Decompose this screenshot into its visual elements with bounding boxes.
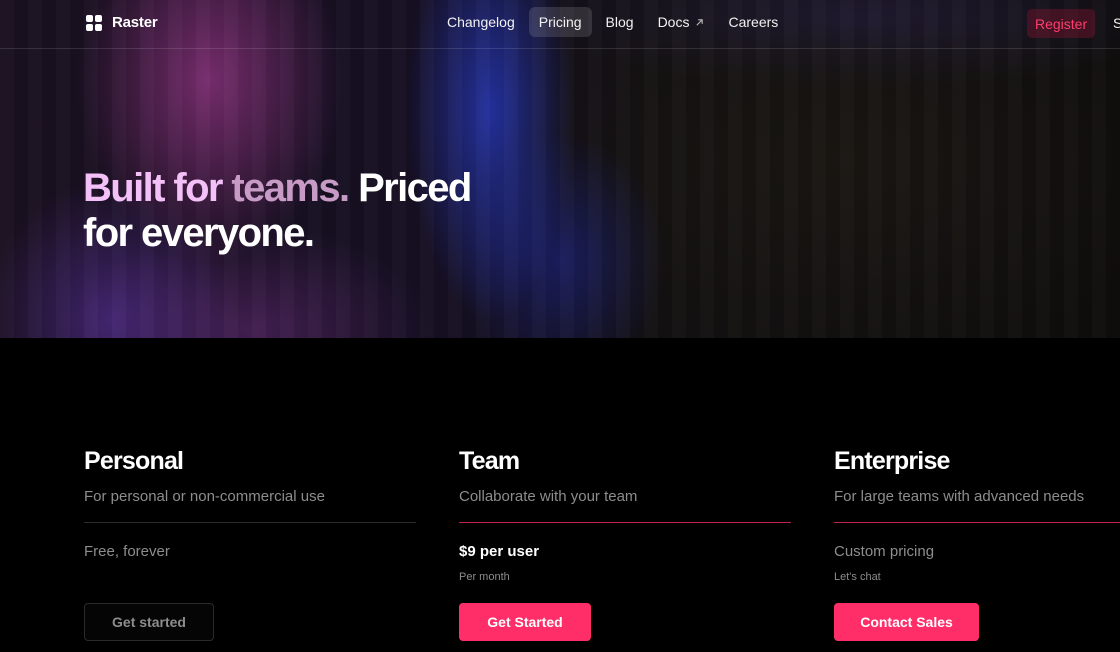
plan-card-enterprise: Enterprise For large teams with advanced… — [834, 447, 1120, 641]
nav-link-changelog[interactable]: Changelog — [437, 7, 525, 37]
nav-link-label: Careers — [728, 14, 779, 30]
nav-link-blog[interactable]: Blog — [596, 7, 644, 37]
plan-price: Custom pricing — [834, 543, 935, 560]
nav-link-label: Blog — [605, 14, 634, 30]
plan-divider — [834, 522, 1120, 523]
register-button[interactable]: Register — [1027, 9, 1096, 38]
plan-name: Personal — [84, 447, 184, 475]
plan-price: Free, forever — [84, 543, 170, 560]
plan-price-sub: Let's chat — [834, 571, 881, 583]
headline-priced: Priced — [348, 166, 472, 210]
nav-link-label: Docs — [657, 14, 690, 30]
plan-name: Enterprise — [834, 447, 950, 475]
headline-line-2: for everyone. — [83, 211, 315, 255]
nav-link-careers[interactable]: Careers — [718, 7, 788, 37]
sign-in-link[interactable]: S — [1113, 15, 1120, 31]
nav-link-pricing[interactable]: Pricing — [528, 7, 592, 37]
headline-teams: teams. — [231, 166, 350, 210]
plan-divider — [459, 522, 791, 523]
get-started-personal-button[interactable]: Get started — [84, 603, 214, 641]
headline-line-1: Built for teams. Priced — [83, 166, 472, 211]
plan-price: $9 per user — [459, 543, 540, 560]
top-navbar: Raster Changelog Pricing Blog Docs Caree… — [0, 0, 1120, 49]
plan-card-personal: Personal For personal or non-commercial … — [84, 447, 416, 641]
hero-headline: Built for teams. Priced for everyone. — [83, 166, 472, 256]
raster-logo-icon — [86, 14, 102, 31]
hero-section: Raster Changelog Pricing Blog Docs Caree… — [0, 0, 1120, 338]
plan-divider — [84, 522, 416, 523]
get-started-team-button[interactable]: Get Started — [459, 603, 591, 641]
brand-logo[interactable]: Raster — [86, 14, 158, 31]
plan-description: Collaborate with your team — [459, 488, 638, 505]
nav-links: Changelog Pricing Blog Docs Careers — [437, 7, 792, 37]
external-link-arrow-icon — [696, 18, 704, 26]
nav-link-label: Changelog — [447, 14, 515, 30]
brand-name: Raster — [112, 14, 158, 31]
plan-price-sub: Per month — [459, 571, 510, 583]
plan-name: Team — [459, 447, 520, 475]
plan-price-sub — [84, 571, 416, 585]
plan-description: For personal or non-commercial use — [84, 488, 325, 505]
plan-card-team: Team Collaborate with your team $9 per u… — [459, 447, 791, 641]
plan-description: For large teams with advanced needs — [834, 488, 1085, 505]
headline-built-for: Built for — [83, 166, 232, 210]
nav-link-label: Pricing — [538, 14, 582, 30]
contact-sales-button[interactable]: Contact Sales — [834, 603, 979, 641]
nav-link-docs[interactable]: Docs — [648, 7, 715, 37]
